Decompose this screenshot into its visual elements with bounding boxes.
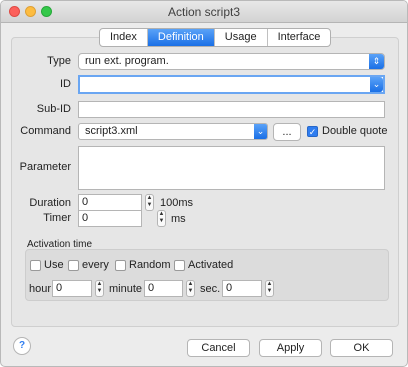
tab-index[interactable]: Index [100, 29, 148, 46]
hour-input[interactable]: 0 [52, 280, 92, 297]
sec-input[interactable]: 0 [222, 280, 262, 297]
hour-label: hour [29, 283, 52, 295]
duration-stepper[interactable]: ▲ ▼ [145, 194, 154, 211]
minute-label: minute [109, 283, 143, 295]
duration-input[interactable]: 0 [78, 194, 142, 211]
random-checkbox[interactable] [115, 260, 126, 271]
use-checkbox[interactable] [30, 260, 41, 271]
dialog-window: Action script3 Index Definition Usage In… [0, 0, 408, 367]
sec-stepper[interactable]: ▲ ▼ [265, 280, 274, 297]
type-select[interactable]: run ext. program. ⇕ [78, 53, 385, 70]
cancel-button[interactable]: Cancel [187, 339, 250, 357]
type-select-value: run ext. program. [85, 55, 169, 67]
tab-usage[interactable]: Usage [215, 29, 268, 46]
timer-unit: ms [171, 213, 186, 225]
updown-chevron-icon: ⇕ [369, 54, 384, 69]
chevron-down-icon[interactable]: ⌄ [254, 124, 267, 139]
apply-button[interactable]: Apply [259, 339, 322, 357]
minute-input[interactable]: 0 [144, 280, 183, 297]
id-label: ID [60, 78, 71, 90]
every-label: every [82, 259, 109, 271]
browse-button[interactable]: ... [273, 123, 301, 141]
duration-label: Duration [29, 197, 71, 209]
random-label: Random [129, 259, 171, 271]
title-bar: Action script3 [1, 1, 407, 23]
minute-stepper[interactable]: ▲ ▼ [186, 280, 195, 297]
subid-input[interactable] [78, 101, 385, 118]
every-checkbox[interactable] [68, 260, 79, 271]
use-label: Use [44, 259, 64, 271]
chevron-down-icon[interactable]: ⌄ [370, 77, 383, 92]
timer-label: Timer [43, 212, 71, 224]
id-combobox[interactable]: ⌄ [78, 75, 385, 94]
parameter-label: Parameter [19, 161, 71, 173]
command-value: script3.xml [85, 125, 138, 137]
activated-checkbox[interactable] [174, 260, 185, 271]
type-label: Type [47, 55, 71, 67]
parameter-textarea[interactable] [78, 146, 385, 190]
tab-definition[interactable]: Definition [147, 29, 215, 46]
command-label: Command [20, 125, 71, 137]
activated-label: Activated [188, 259, 234, 271]
help-button[interactable]: ? [13, 337, 31, 355]
ok-button[interactable]: OK [330, 339, 393, 357]
tab-bar: Index Definition Usage Interface [99, 28, 332, 47]
double-quote-checkbox[interactable]: ✓ [307, 126, 318, 137]
timer-input[interactable]: 0 [78, 210, 142, 227]
command-combobox[interactable]: script3.xml ⌄ [78, 123, 268, 140]
sec-label: sec. [200, 283, 221, 295]
hour-stepper[interactable]: ▲ ▼ [95, 280, 104, 297]
tab-interface[interactable]: Interface [268, 29, 331, 46]
double-quote-label: Double quote [322, 125, 388, 137]
subid-label: Sub-ID [36, 103, 71, 115]
timer-stepper[interactable]: ▲ ▼ [157, 210, 166, 227]
window-title: Action script3 [167, 5, 241, 19]
duration-unit: 100ms [160, 197, 194, 209]
